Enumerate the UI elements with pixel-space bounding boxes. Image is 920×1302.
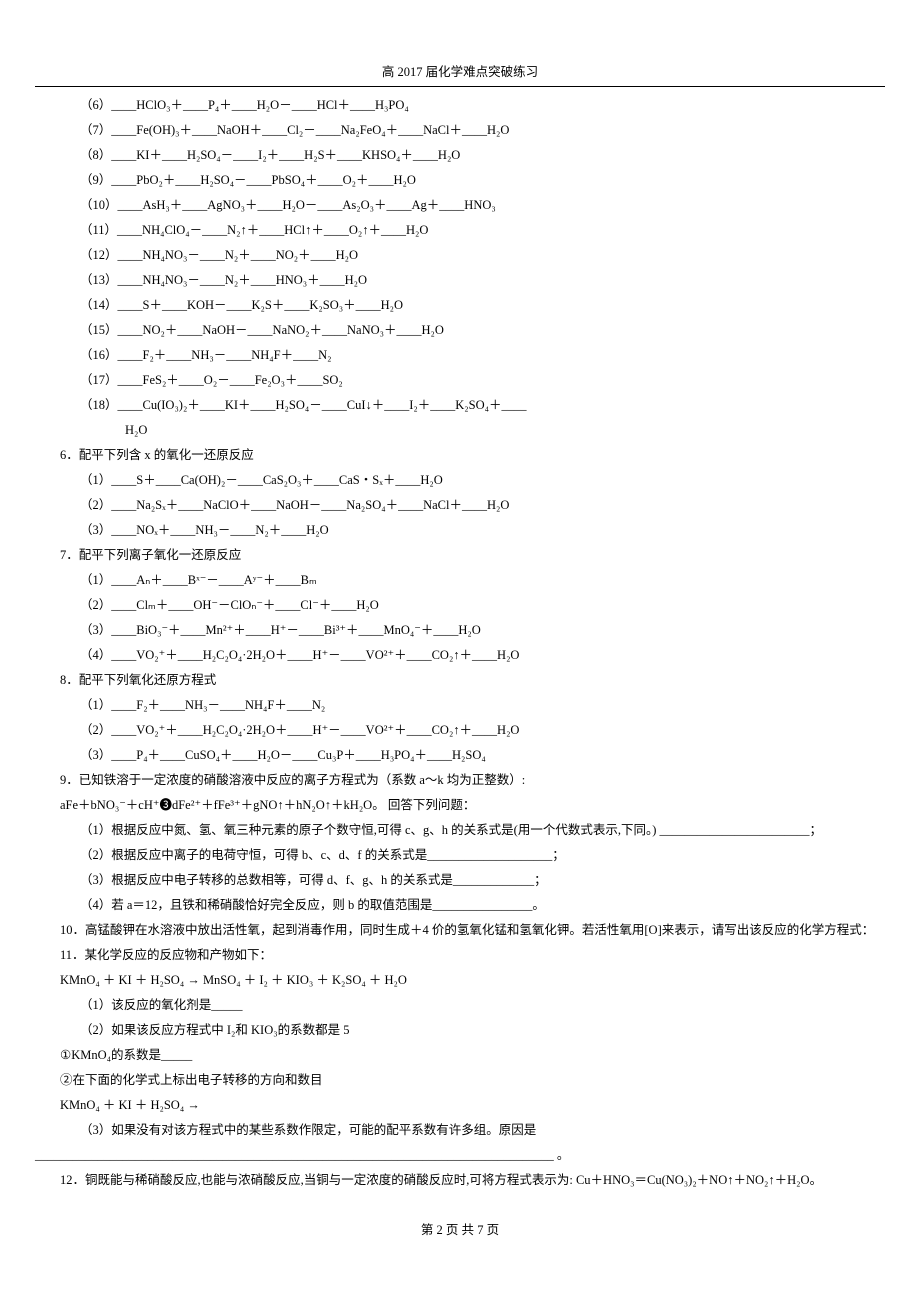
q9-eq: aFe＋bNO₃⁻＋cH⁺❸dFe²⁺＋fFe³⁺＋gNO↑＋hN₂O↑＋kH₂… <box>35 793 885 818</box>
eq-5-17: （17）____FeS₂＋____O₂－____Fe₂O₃＋____SO₂ <box>35 368 885 393</box>
eq-5-11: （11）____NH₄ClO₄－____N₂↑＋____HCl↑＋____O₂↑… <box>35 218 885 243</box>
eq-5-15: （15）____NO₂＋____NaOH－____NaNO₂＋____NaNO₃… <box>35 318 885 343</box>
q8-title: 8．配平下列氧化还原方程式 <box>35 668 885 693</box>
eq-5-13: （13）____NH₄NO₃－____N₂＋____HNO₃＋____H₂O <box>35 268 885 293</box>
footer-suffix: 页 <box>483 1223 499 1237</box>
q11-p1: （1）该反应的氧化剂是_____ <box>35 993 885 1018</box>
q9-p3: （3）根据反应中电子转移的总数相等，可得 d、f、g、h 的关系式是______… <box>35 868 885 893</box>
footer-prefix: 第 <box>421 1223 437 1237</box>
q12: 12．铜既能与稀硝酸反应,也能与浓硝酸反应,当铜与一定浓度的硝酸反应时,可将方程… <box>35 1168 885 1193</box>
eq-5-18: （18）____Cu(IO₃)₂＋____KI＋____H₂SO₄－____Cu… <box>35 393 885 418</box>
page-footer: 第 2 页 共 7 页 <box>35 1218 885 1243</box>
q7-3: （3）____BiO₃⁻＋____Mn²⁺＋____H⁺－____Bi³⁺＋__… <box>35 618 885 643</box>
q11-p3b: ________________________________________… <box>35 1143 885 1168</box>
eq-5-12: （12）____NH₄NO₃－____N₂＋____NO₂＋____H₂O <box>35 243 885 268</box>
q11-title: 11．某化学反应的反应物和产物如下： <box>35 943 885 968</box>
header-rule <box>35 86 885 87</box>
eq-5-18b: H₂O <box>35 418 885 443</box>
q6-2: （2）____Na₂Sₓ＋____NaClO＋____NaOH－____Na₂S… <box>35 493 885 518</box>
q9-p4: （4）若 a＝12，且铁和稀硝酸恰好完全反应，则 b 的取值范围是_______… <box>35 893 885 918</box>
q6-title: 6．配平下列含 x 的氧化一还原反应 <box>35 443 885 468</box>
q9-p1: （1）根据反应中氮、氢、氧三种元素的原子个数守恒,可得 c、g、h 的关系式是(… <box>35 818 885 843</box>
q11-p2a: ①KMnO₄的系数是_____ <box>35 1043 885 1068</box>
q11-p2: （2）如果该反应方程式中 I₂和 KIO₃的系数都是 5 <box>35 1018 885 1043</box>
q11-eq: KMnO₄ ＋ KI ＋ H₂SO₄ → MnSO₄ ＋ I₂ ＋ KIO₃ ＋… <box>35 968 885 993</box>
q8-2: （2）____VO₂⁺＋____H₂C₂O₄·2H₂O＋____H⁺－____V… <box>35 718 885 743</box>
q6-1: （1）____S＋____Ca(OH)₂－____CaS₂O₃＋____CaS・… <box>35 468 885 493</box>
page-header: 高 2017 届化学难点突破练习 <box>35 60 885 86</box>
q6-3: （3）____NOₓ＋____NH₃－____N₂＋____H₂O <box>35 518 885 543</box>
q11-p3: （3）如果没有对该方程式中的某些系数作限定，可能的配平系数有许多组。原因是 <box>35 1118 885 1143</box>
q9-p2: （2）根据反应中离子的电荷守恒，可得 b、c、d、f 的关系式是________… <box>35 843 885 868</box>
footer-mid: 页 共 <box>443 1223 477 1237</box>
q11-eq2: KMnO₄ ＋ KI ＋ H₂SO₄ → <box>35 1093 885 1118</box>
q7-1: （1）____Aₙ＋____Bˣ⁻－____Aʸ⁻＋____Bₘ <box>35 568 885 593</box>
q8-3: （3）____P₄＋____CuSO₄＋____H₂O－____Cu₃P＋___… <box>35 743 885 768</box>
eq-5-16: （16）____F₂＋____NH₃－____NH₄F＋____N₂ <box>35 343 885 368</box>
eq-5-8: （8）____KI＋____H₂SO₄－____I₂＋____H₂S＋____K… <box>35 143 885 168</box>
eq-5-9: （9）____PbO₂＋____H₂SO₄－____PbSO₄＋____O₂＋_… <box>35 168 885 193</box>
eq-5-6: （6）____HClO₃＋____P₄＋____H₂O－____HCl＋____… <box>35 93 885 118</box>
eq-5-14: （14）____S＋____KOH－____K₂S＋____K₂SO₃＋____… <box>35 293 885 318</box>
q8-1: （1）____F₂＋____NH₃－____NH₄F＋____N₂ <box>35 693 885 718</box>
q10: 10．高锰酸钾在水溶液中放出活性氧，起到消毒作用，同时生成＋4 价的氢氧化锰和氢… <box>35 918 885 943</box>
q9-title: 9．已知铁溶于一定浓度的硝酸溶液中反应的离子方程式为（系数 a～k 均为正整数）… <box>35 768 885 793</box>
q7-title: 7．配平下列离子氧化一还原反应 <box>35 543 885 568</box>
q7-4: （4）____VO₂⁺＋____H₂C₂O₄·2H₂O＋____H⁺－____V… <box>35 643 885 668</box>
eq-5-10: （10）____AsH₃＋____AgNO₃＋____H₂O－____As₂O₃… <box>35 193 885 218</box>
q7-2: （2）____Clₘ＋____OH⁻－ClOₙ⁻＋____Cl⁻＋____H₂O <box>35 593 885 618</box>
eq-5-7: （7）____Fe(OH)₃＋____NaOH＋____Cl₂－____Na₂F… <box>35 118 885 143</box>
q11-p2b: ②在下面的化学式上标出电子转移的方向和数目 <box>35 1068 885 1093</box>
